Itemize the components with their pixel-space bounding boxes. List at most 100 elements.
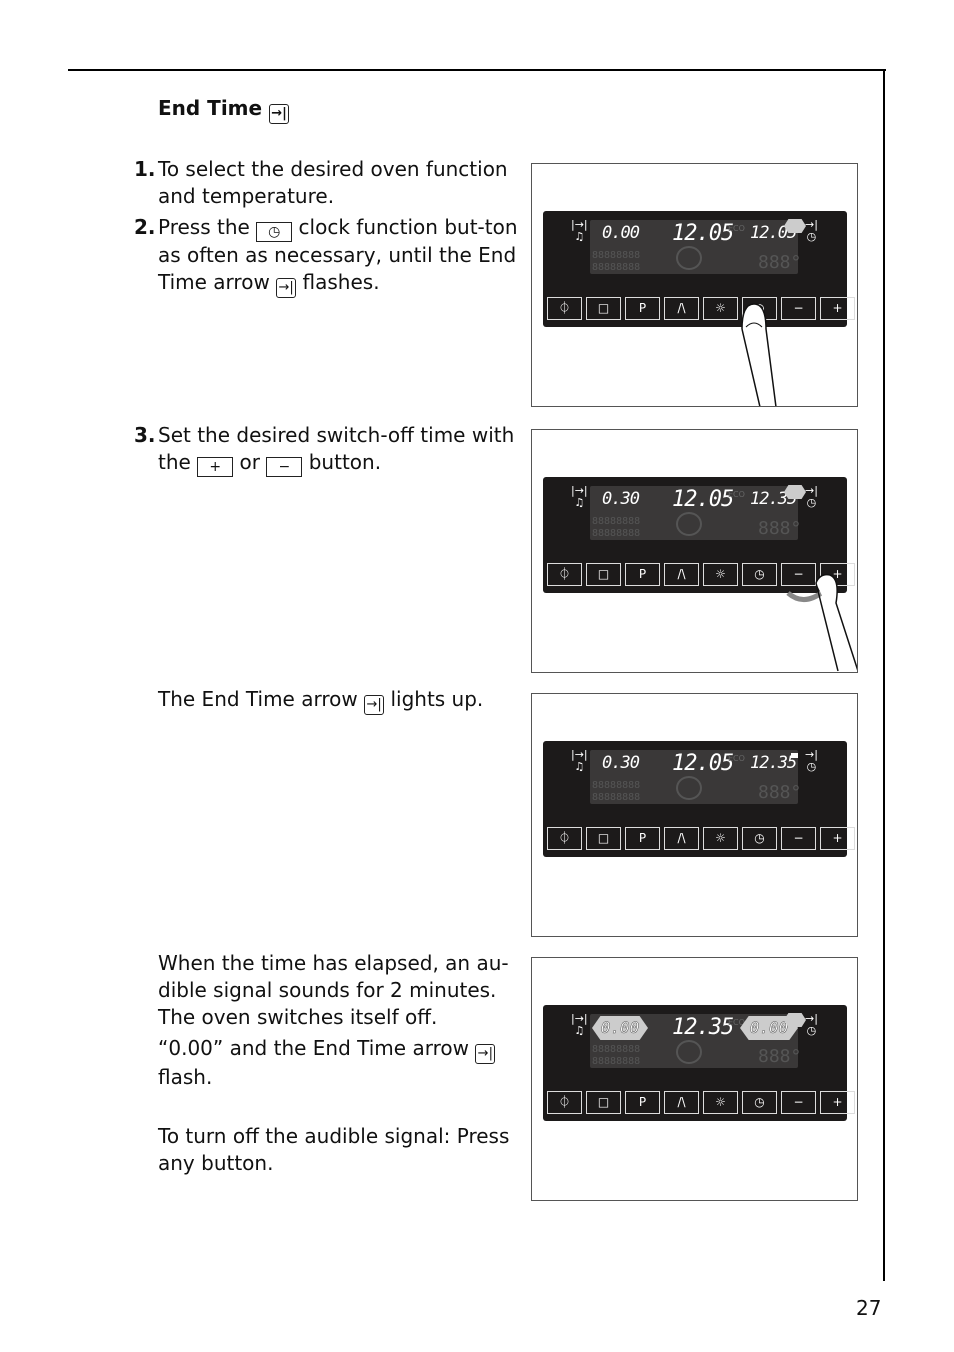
- step-text: button.: [308, 450, 382, 474]
- clock-icon: ◷: [806, 760, 817, 773]
- end-time-readout: 12.35: [750, 753, 797, 773]
- timer-bell-icons: |→| ♫: [571, 219, 588, 243]
- clock-readout: 12.05: [672, 221, 734, 246]
- end-time-clock-icons: →| ◷: [805, 749, 818, 773]
- elapsed-note: When the time has elapsed, an au-dible s…: [158, 950, 518, 1177]
- temperature-segments: 888°: [758, 518, 802, 539]
- temperature-segments: 888°: [758, 782, 802, 803]
- minus-icon: −: [266, 457, 303, 477]
- step-1: 1. To select the desired oven function a…: [134, 156, 518, 210]
- fan-icon: [676, 246, 702, 270]
- text-segments: 88888888: [592, 516, 641, 527]
- plus-button[interactable]: +: [820, 297, 855, 320]
- fan-icon: [676, 776, 702, 800]
- bell-icon: ♫: [574, 230, 585, 243]
- step-2: 2. Press the ◷ clock function but-ton as…: [134, 214, 518, 298]
- flash-burst: [784, 1013, 806, 1027]
- end-time-arrow-icon: →|: [269, 104, 290, 124]
- eco-indicator: ECO: [728, 490, 745, 499]
- timer-bell-icons: |→| ♫: [571, 1013, 588, 1037]
- clock-button[interactable]: ◷: [742, 1091, 777, 1114]
- program-button[interactable]: P: [625, 297, 660, 320]
- end-time-clock-icons: →| ◷: [805, 219, 818, 243]
- on-off-button[interactable]: ⏀: [547, 297, 582, 320]
- fan-icon: [676, 512, 702, 536]
- plus-button[interactable]: +: [820, 1091, 855, 1114]
- clock-button[interactable]: ◷: [742, 827, 777, 850]
- finger-pressing-icon: [741, 303, 777, 406]
- minus-button[interactable]: −: [781, 1091, 816, 1114]
- note-text: lights up.: [390, 687, 484, 711]
- text-segments: 88888888: [592, 780, 641, 791]
- end-arrow-indicator: [791, 753, 798, 758]
- flash-burst: [784, 485, 806, 499]
- fan-icon: [676, 1040, 702, 1064]
- program-button[interactable]: P: [625, 1091, 660, 1114]
- program-button[interactable]: P: [625, 827, 660, 850]
- clock-readout: 12.35: [672, 1015, 734, 1040]
- program-button[interactable]: P: [625, 563, 660, 586]
- top-rule: [68, 69, 886, 71]
- flash-text: “0.00” and the End Time arrow: [158, 1036, 469, 1060]
- control-panel: |→| ♫ 0.30 12.05 ECO 12.35 88888888 8888…: [543, 741, 855, 857]
- light-button[interactable]: ☼: [703, 1091, 738, 1114]
- function-button[interactable]: /\: [664, 297, 699, 320]
- clock-icon: ◷: [806, 1024, 817, 1037]
- stop-button[interactable]: □: [586, 827, 621, 850]
- page-number: 27: [856, 1296, 882, 1320]
- light-button[interactable]: ☼: [703, 563, 738, 586]
- function-button[interactable]: /\: [664, 827, 699, 850]
- text-segments: 88888888: [592, 792, 641, 803]
- function-button[interactable]: /\: [664, 1091, 699, 1114]
- clock-readout: 12.05: [672, 487, 734, 512]
- flash-burst: 0.00: [592, 1016, 648, 1040]
- end-time-clock-icons: →| ◷: [805, 1013, 818, 1037]
- clock-readout: 12.05: [672, 751, 734, 776]
- timer-bell-icons: |→| ♫: [571, 485, 588, 509]
- oven-display-figure: |→| ♫ 0.30 12.05 ECO 12.35 88888888 8888…: [531, 429, 858, 673]
- temperature-segments: 888°: [758, 252, 802, 273]
- finger-swipe-icon: [786, 573, 857, 672]
- duration-readout: 0.30: [602, 753, 640, 773]
- lcd-display: 0.00 12.35 ECO 0.00 88888888 88888888 88…: [590, 1014, 801, 1068]
- text-segments: 88888888: [592, 528, 641, 539]
- flash-text: flash.: [158, 1065, 213, 1089]
- bell-icon: ♫: [574, 760, 585, 773]
- minus-button[interactable]: −: [781, 827, 816, 850]
- end-time-arrow-icon: →|: [276, 278, 297, 298]
- on-off-button[interactable]: ⏀: [547, 1091, 582, 1114]
- stop-button[interactable]: □: [586, 563, 621, 586]
- plus-button[interactable]: +: [820, 827, 855, 850]
- lcd-display: 0.00 12.05 ECO 12.05 88888888 88888888 8…: [590, 220, 802, 274]
- clock-icon: ◷: [256, 222, 293, 242]
- stop-button[interactable]: □: [586, 297, 621, 320]
- duration-readout: 0.30: [602, 489, 640, 509]
- button-row: ⏀□P/\☼◷−+: [547, 1091, 855, 1114]
- duration-readout: 0.00: [602, 223, 640, 243]
- text-segments: 88888888: [592, 1044, 641, 1055]
- on-off-button[interactable]: ⏀: [547, 563, 582, 586]
- step-3: 3. Set the desired switch-off time with …: [134, 422, 528, 477]
- step-text: or: [239, 450, 261, 474]
- on-off-button[interactable]: ⏀: [547, 827, 582, 850]
- bell-icon: ♫: [574, 496, 585, 509]
- function-button[interactable]: /\: [664, 563, 699, 586]
- oven-display-figure: |→| ♫ 0.00 12.05 ECO 12.05 88888888 8888…: [531, 163, 858, 407]
- end-time-arrow-icon: →|: [475, 1044, 496, 1064]
- text-segments: 88888888: [592, 1056, 641, 1067]
- clock-icon: ◷: [806, 496, 817, 509]
- end-time-arrow-icon: →|: [364, 695, 385, 715]
- stop-button[interactable]: □: [586, 1091, 621, 1114]
- light-button[interactable]: ☼: [703, 827, 738, 850]
- clock-icon: ◷: [806, 230, 817, 243]
- lcd-display: 0.30 12.05 ECO 12.35 88888888 88888888 8…: [590, 750, 802, 804]
- flash-burst: [784, 219, 806, 233]
- turn-off-signal-text: To turn off the audible signal: Press an…: [158, 1124, 510, 1175]
- step-text: To select the desired oven function and …: [158, 157, 508, 208]
- oven-display-figure: |→| ♫ 0.00 12.35 ECO 0.00 88888888 88888…: [531, 957, 858, 1201]
- eco-indicator: ECO: [728, 224, 745, 233]
- bell-icon: ♫: [574, 1024, 585, 1037]
- eco-indicator: ECO: [728, 754, 745, 763]
- clock-button[interactable]: ◷: [742, 563, 777, 586]
- text-segments: 88888888: [592, 250, 641, 261]
